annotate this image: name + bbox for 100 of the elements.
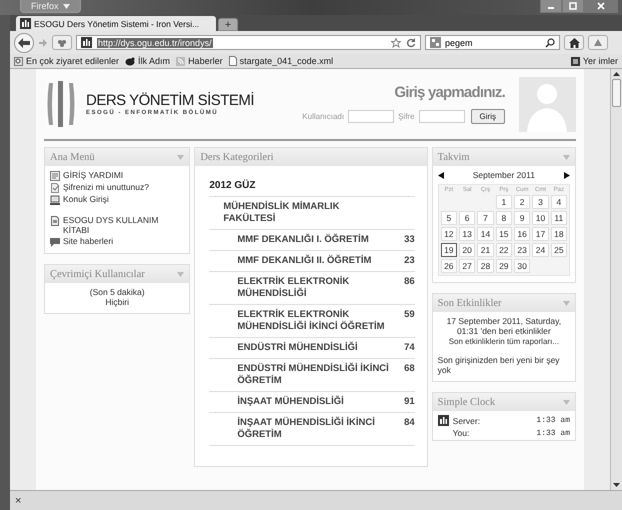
calendar-day[interactable]: 24 xyxy=(532,243,549,257)
address-field[interactable]: http://dys.ogu.edu.tr/irondys/ xyxy=(76,35,421,50)
category-link[interactable]: MMF DEKANLIĞI I. ÖĞRETİM xyxy=(237,234,400,246)
course-count: 86 xyxy=(404,276,415,289)
category-link[interactable]: İNŞAAT MÜHENDİSLİĞİ İKİNCİ ÖĞRETİM xyxy=(237,417,400,441)
course-count: 59 xyxy=(404,309,415,322)
menu-link[interactable]: Konuk Girişi xyxy=(63,194,173,204)
close-button[interactable]: × xyxy=(12,494,24,506)
calendar-day[interactable]: 1 xyxy=(496,195,512,209)
menu-link[interactable]: ESOGU DYS KULLANIM KİTABI xyxy=(63,215,173,235)
minimize-button[interactable] xyxy=(540,0,562,13)
calendar-day[interactable]: 22 xyxy=(496,243,512,257)
calendar-day[interactable]: 9 xyxy=(514,211,530,225)
close-icon xyxy=(597,2,605,10)
password-field[interactable] xyxy=(418,110,465,123)
course-count: 84 xyxy=(404,417,415,430)
category-link[interactable]: ELEKTRİK ELEKTRONİK MÜHENDİSLİĞİ xyxy=(237,276,400,300)
calendar-day[interactable]: 13 xyxy=(458,227,476,241)
back-button[interactable] xyxy=(14,32,34,52)
triangle-icon xyxy=(593,38,603,48)
block-title: Simple Clock xyxy=(438,396,496,408)
course-count: 68 xyxy=(404,363,415,376)
calendar-day[interactable]: 10 xyxy=(532,211,549,225)
calendar-day[interactable]: 8 xyxy=(496,211,512,225)
calendar-day[interactable]: 16 xyxy=(514,227,530,241)
document-icon xyxy=(50,171,60,181)
search-icon[interactable] xyxy=(545,38,555,48)
course-count: 74 xyxy=(404,342,415,354)
bookmarks-menu[interactable]: Yer imler xyxy=(570,56,618,66)
calendar-day[interactable]: 28 xyxy=(477,259,494,273)
calendar-day[interactable]: 4 xyxy=(550,195,567,209)
star-icon[interactable] xyxy=(391,38,401,48)
browser-tab[interactable]: ESOGU Ders Yönetim Sistemi - Iron Versi... xyxy=(16,16,216,31)
category-link[interactable]: MÜHENDİSLİK MİMARLIK FAKÜLTESİ xyxy=(223,201,384,225)
calendar-day[interactable]: 15 xyxy=(496,227,512,241)
site-icon xyxy=(20,18,31,29)
menu-link[interactable]: Şifrenizi mi unuttunuz? xyxy=(63,182,173,192)
field-label: Şifre xyxy=(398,112,415,121)
calendar-day[interactable]: 27 xyxy=(458,259,476,273)
reload-icon[interactable] xyxy=(406,38,416,48)
login-button[interactable]: Giriş xyxy=(470,109,505,124)
close-button[interactable] xyxy=(584,0,618,13)
calendar-day[interactable]: 25 xyxy=(550,243,567,257)
activity-message: Son girişinizden beri yeni bir şey yok xyxy=(438,355,561,375)
maximize-button[interactable] xyxy=(562,0,584,13)
back-arrow-icon xyxy=(18,38,30,48)
calendar-day[interactable]: 23 xyxy=(514,243,530,257)
search-engine-icon[interactable] xyxy=(430,37,442,48)
calendar-day[interactable]: 14 xyxy=(477,227,494,241)
activity-since-text: 17 September 2011, Saturday, 01:31 'den beri etkinlikler xyxy=(446,316,562,336)
bookmark-item[interactable]: İlk Adım xyxy=(125,56,170,66)
previous-month-icon[interactable] xyxy=(438,172,444,178)
calendar-day[interactable]: 19 xyxy=(440,243,457,257)
scroll-down-icon[interactable] xyxy=(613,483,620,487)
calendar-day[interactable]: 7 xyxy=(477,211,494,225)
clock-label: Server: xyxy=(452,416,480,426)
calendar-day[interactable]: 21 xyxy=(477,243,494,257)
avatar-icon xyxy=(519,76,576,132)
online-users-text: Hiçbiri xyxy=(105,297,129,307)
scroll-up-icon[interactable] xyxy=(613,72,620,76)
block-title: Çevrimiçi Kullanıcılar xyxy=(50,268,145,280)
calendar-day[interactable]: 30 xyxy=(514,259,530,273)
menu-link[interactable]: GİRİŞ YARDIMI xyxy=(63,170,173,180)
calendar-day[interactable]: 26 xyxy=(440,259,457,273)
category-link[interactable]: İNŞAAT MÜHENDİSLİĞİ xyxy=(237,396,400,408)
forward-icon[interactable] xyxy=(38,38,48,48)
maximize-icon xyxy=(569,2,577,10)
home-button[interactable] xyxy=(564,35,584,50)
category-link[interactable]: ELEKTRİK ELEKTRONİK MÜHENDİSLİĞİ İKİNCİ ÖĞRETİM xyxy=(237,309,400,333)
category-link[interactable]: ENDÜSTRİ MÜHENDİSLİĞİ xyxy=(237,342,400,354)
calendar-day[interactable]: 2 xyxy=(514,195,530,209)
search-field[interactable]: pegem xyxy=(425,35,560,50)
calendar-day[interactable]: 20 xyxy=(458,243,476,257)
calendar-day[interactable]: 3 xyxy=(532,195,549,209)
new-tab-button[interactable]: + xyxy=(218,18,238,31)
calendar-day[interactable]: 11 xyxy=(550,211,567,225)
scrollbar[interactable] xyxy=(610,69,622,490)
next-month-icon[interactable] xyxy=(564,172,570,178)
bookmark-item[interactable]: En çok ziyaret edilenler xyxy=(14,56,120,66)
calendar-day[interactable]: 6 xyxy=(458,211,476,225)
block-title: Son Etkinlikler xyxy=(438,298,502,308)
calendar-day[interactable]: 18 xyxy=(550,227,567,241)
menu-link[interactable]: Site haberleri xyxy=(63,236,173,246)
full-report-link[interactable]: Son etkinliklerin tüm raporları... xyxy=(438,337,570,346)
calendar-day[interactable]: 29 xyxy=(496,259,512,273)
category-link[interactable]: 2012 GÜZ xyxy=(209,180,415,192)
calendar-day[interactable]: 5 xyxy=(440,211,457,225)
calendar-day[interactable]: 12 xyxy=(440,227,457,241)
file-icon xyxy=(228,56,237,66)
caret-icon xyxy=(62,4,70,8)
addon-button[interactable] xyxy=(52,35,72,50)
username-field[interactable] xyxy=(348,110,394,123)
feed-icon xyxy=(176,56,186,66)
bookmark-item[interactable]: stargate_041_code.xml xyxy=(228,56,334,66)
category-link[interactable]: ENDÜSTRİ MÜHENDİSLİĞİ İKİNCİ ÖĞRETİM xyxy=(237,363,400,387)
calendar-day[interactable]: 17 xyxy=(532,227,549,241)
bookmark-item[interactable]: Haberler xyxy=(176,56,223,66)
chat-icon xyxy=(50,237,60,247)
category-link[interactable]: MMF DEKANLIĞI II. ÖĞRETİM xyxy=(237,255,400,267)
scrollbar-thumb[interactable] xyxy=(612,79,621,107)
